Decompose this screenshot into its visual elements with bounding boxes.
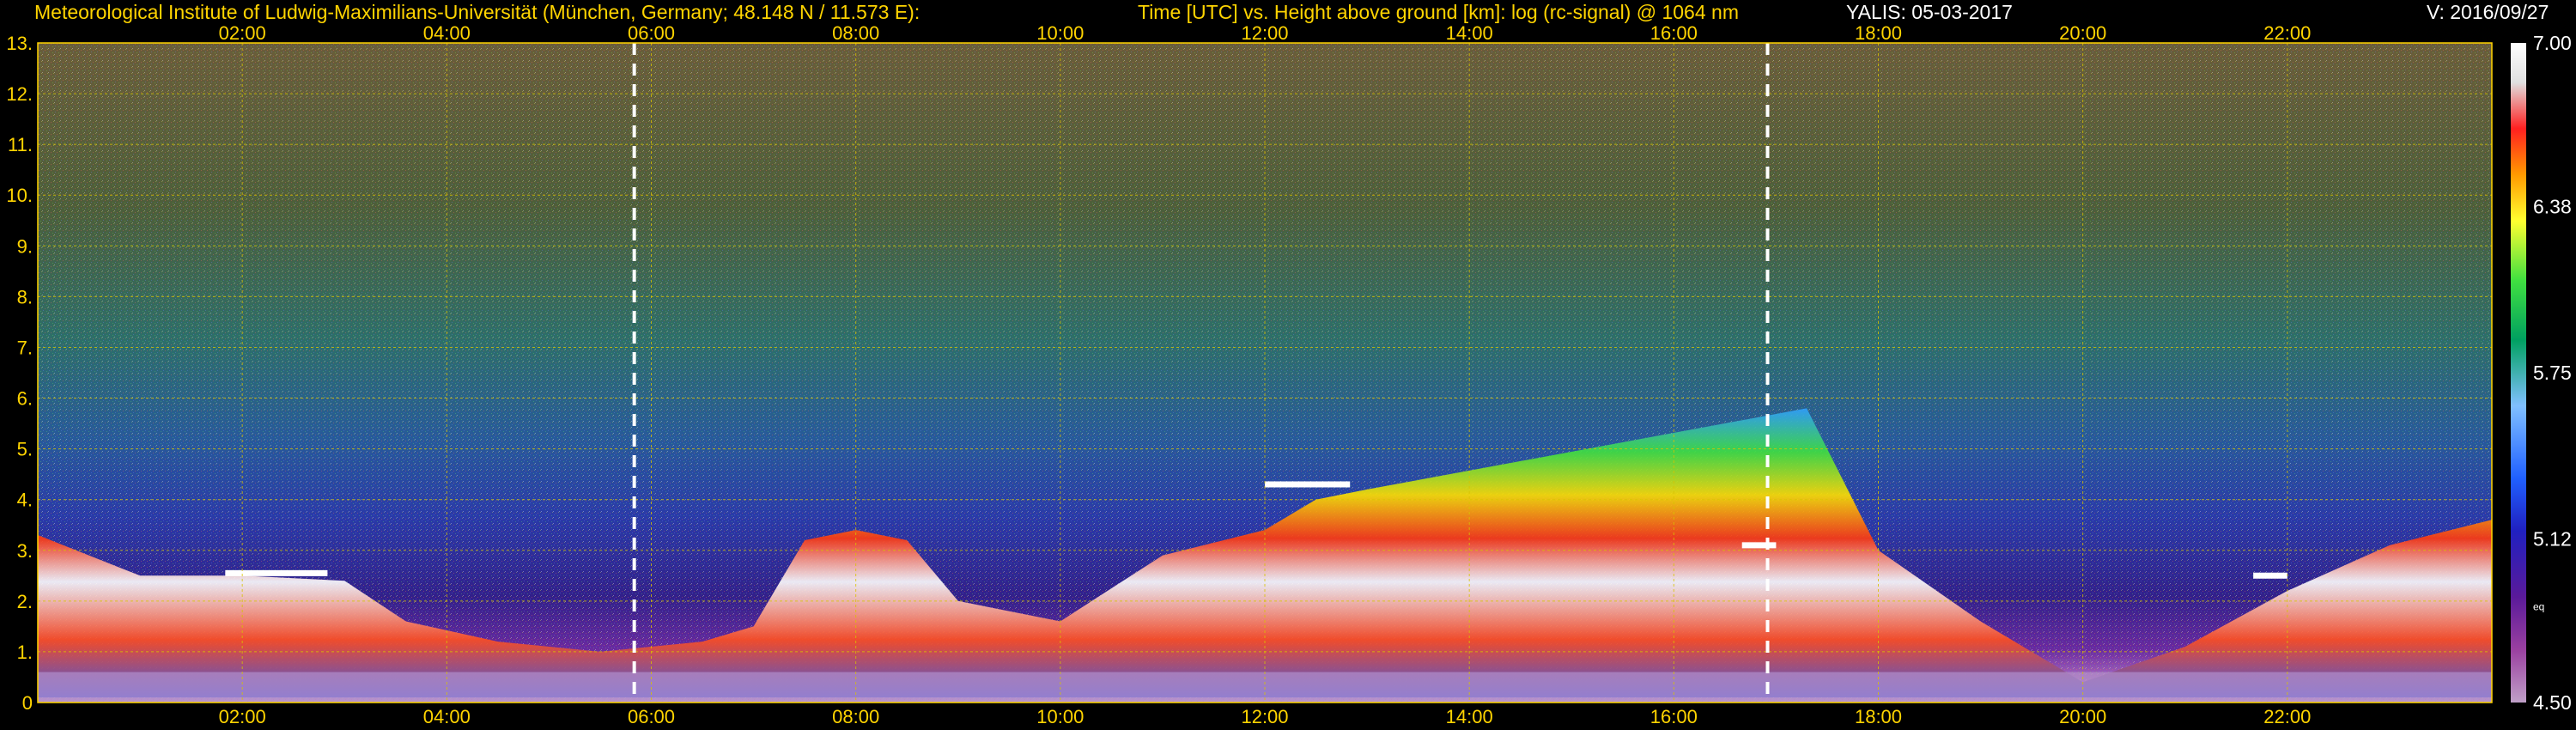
x-tick-label-top: 02:00 (219, 22, 266, 44)
y-tick-label: 9. (17, 235, 33, 257)
x-tick-label-bottom: 06:00 (628, 706, 675, 727)
x-tick-label-top: 08:00 (832, 22, 879, 44)
x-tick-label-top: 18:00 (1855, 22, 1902, 44)
y-tick-label: 5. (17, 439, 33, 460)
x-tick-label-top: 10:00 (1036, 22, 1084, 44)
x-tick-label-top: 12:00 (1241, 22, 1288, 44)
y-tick-label: 12. (6, 83, 33, 105)
y-tick-label: 1. (17, 642, 33, 663)
x-tick-label-top: 06:00 (628, 22, 675, 44)
x-tick-label-top: 16:00 (1650, 22, 1698, 44)
x-tick-label-bottom: 02:00 (219, 706, 266, 727)
colorbar-label: 6.38 (2533, 195, 2572, 217)
y-tick-label: 3. (17, 540, 33, 562)
x-tick-label-bottom: 16:00 (1650, 706, 1698, 727)
colorbar-label: 5.12 (2533, 528, 2572, 551)
y-tick-label: 6. (17, 388, 33, 410)
y-tick-label: 2. (17, 591, 33, 612)
x-tick-label-bottom: 12:00 (1241, 706, 1288, 727)
y-tick-label: 0 (22, 692, 33, 714)
y-tick-label: 13. (6, 33, 33, 54)
x-tick-label-bottom: 14:00 (1446, 706, 1493, 727)
x-tick-label-bottom: 10:00 (1036, 706, 1084, 727)
colorbar-label: 5.75 (2533, 362, 2572, 384)
colorbar-label: 4.50 (2533, 691, 2572, 714)
colorbar-label: 7.00 (2533, 32, 2572, 54)
x-tick-label-top: 14:00 (1446, 22, 1493, 44)
y-tick-label: 10. (6, 185, 33, 206)
x-tick-label-bottom: 20:00 (2059, 706, 2106, 727)
y-tick-label: 11. (8, 134, 33, 155)
x-tick-label-bottom: 08:00 (832, 706, 879, 727)
lidar-quicklook-chart: 02:00 02:00 04:00 04:00 06:00 06:00 08:00 08:00… (6, 22, 2572, 727)
colorbar (2511, 43, 2526, 703)
x-tick-label-top: 04:00 (423, 22, 471, 44)
x-tick-label-top: 22:00 (2263, 22, 2311, 44)
y-tick-label: 8. (17, 286, 33, 307)
colorbar-small-label: eq (2533, 600, 2544, 612)
x-tick-label-bottom: 18:00 (1855, 706, 1902, 727)
x-tick-label-top: 20:00 (2059, 22, 2106, 44)
y-tick-label: 4. (17, 490, 33, 511)
x-tick-label-bottom: 22:00 (2263, 706, 2311, 727)
x-tick-label-bottom: 04:00 (423, 706, 471, 727)
y-tick-label: 7. (17, 337, 33, 358)
